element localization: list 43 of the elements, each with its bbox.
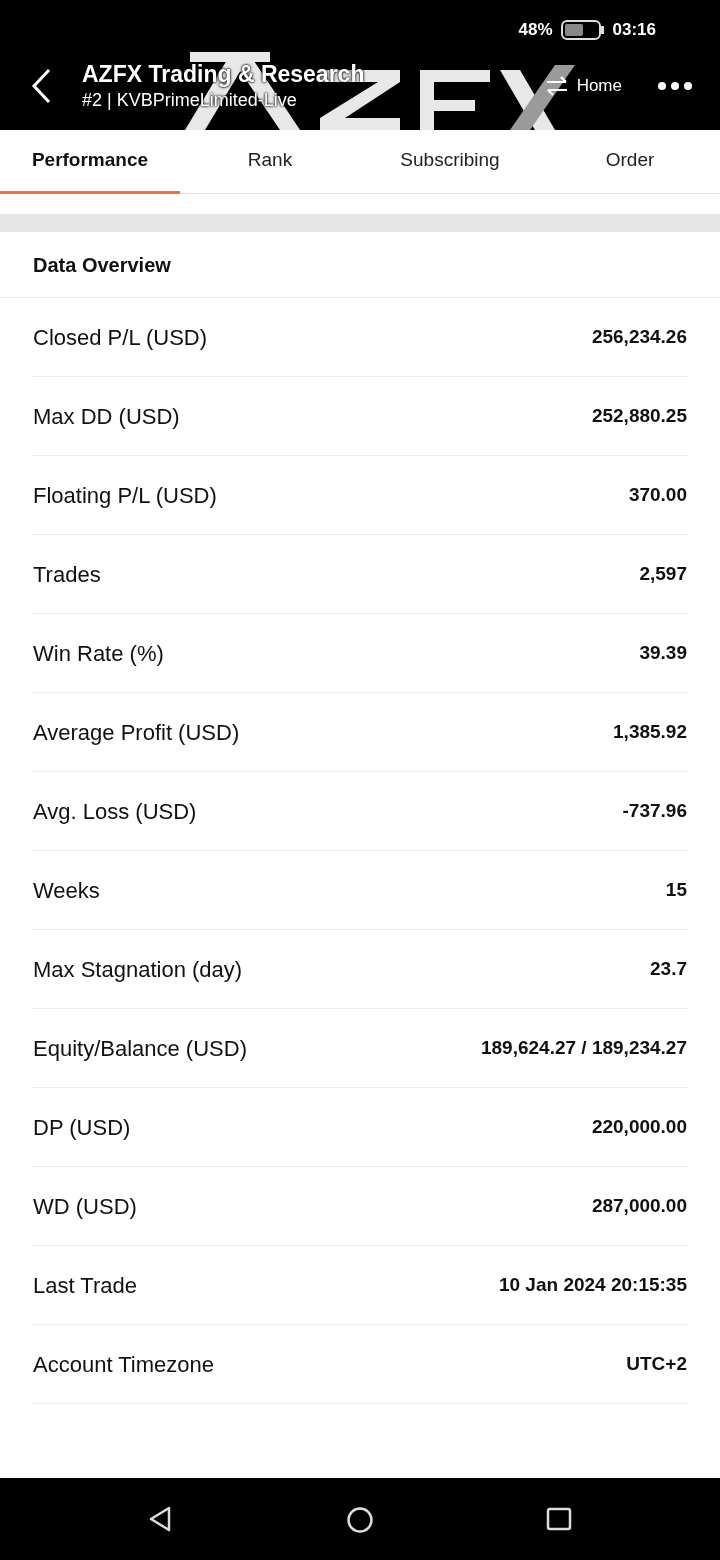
row-label: Avg. Loss (USD) (33, 797, 197, 826)
row-value: 15 (665, 877, 687, 902)
home-switch-button[interactable]: Home (544, 73, 622, 99)
row-label: Last Trade (33, 1271, 137, 1300)
tab[interactable]: Order (540, 130, 720, 194)
clock: 03:16 (612, 19, 656, 42)
row-value: 23.7 (650, 956, 687, 981)
battery-percent: 48% (518, 19, 553, 42)
row-value: -737.96 (622, 798, 687, 823)
section-title: Data Overview (33, 252, 171, 278)
row-value: 287,000.00 (591, 1193, 687, 1218)
row-label: Account Timezone (33, 1350, 214, 1379)
battery-icon (560, 19, 605, 41)
row-label: Weeks (33, 876, 100, 905)
row-label: Average Profit (USD) (33, 718, 240, 747)
back-icon (31, 68, 51, 104)
row-label: WD (USD) (33, 1192, 137, 1221)
switch-arrows-icon (544, 76, 569, 96)
row-value: 1,385.92 (613, 719, 687, 744)
tab[interactable]: Subscribing (360, 130, 540, 194)
row-label: Max Stagnation (day) (33, 955, 243, 984)
recents-nav-icon[interactable] (546, 1507, 572, 1531)
back-nav-icon[interactable] (148, 1506, 172, 1532)
row-value: 256,234.26 (591, 324, 687, 349)
row-label: Max DD (USD) (33, 402, 180, 431)
tab[interactable]: Rank (180, 130, 360, 194)
home-nav-icon[interactable] (346, 1506, 374, 1534)
row-label: DP (USD) (33, 1113, 131, 1142)
row-value: 370.00 (628, 482, 687, 507)
row-value: 220,000.00 (591, 1114, 687, 1139)
tab[interactable]: Performance (0, 130, 180, 194)
row-label: Floating P/L (USD) (33, 481, 217, 510)
row-value: 39.39 (639, 640, 687, 665)
row-label: Trades (33, 560, 101, 589)
row-value: 2,597 (639, 561, 687, 586)
row-value: 252,880.25 (591, 403, 687, 428)
row-label: Closed P/L (USD) (33, 323, 207, 352)
row-value: 189,624.27 / 189,234.27 (480, 1035, 687, 1060)
row-value: UTC+2 (626, 1351, 687, 1376)
row-value: 10 Jan 2024 20:15:35 (498, 1272, 687, 1297)
row-label: Win Rate (%) (33, 639, 164, 668)
row-label: Equity/Balance (USD) (33, 1034, 247, 1063)
more-icon (657, 81, 693, 91)
